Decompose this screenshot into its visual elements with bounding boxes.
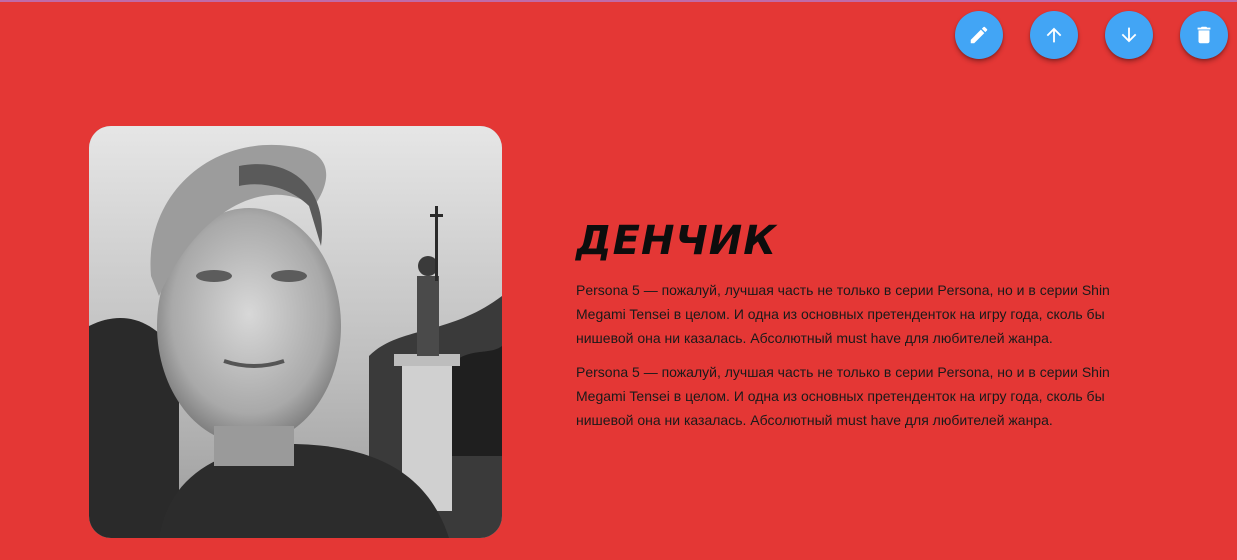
profile-name: ДЕНЧИК [576, 218, 777, 264]
description-paragraph: Persona 5 — пожалуй, лучшая часть не тол… [576, 364, 1110, 428]
edit-button[interactable] [955, 11, 1003, 59]
delete-button[interactable] [1180, 11, 1228, 59]
arrow-up-icon [1046, 27, 1062, 43]
action-toolbar [955, 11, 1228, 59]
arrow-down-icon [1121, 27, 1137, 43]
profile-content: ДЕНЧИК Persona 5 — пожалуй, лучшая часть… [576, 218, 1136, 442]
trash-icon [1197, 26, 1211, 44]
portrait-image [89, 126, 502, 538]
move-down-button[interactable] [1105, 11, 1153, 59]
top-border [0, 0, 1237, 2]
pencil-icon [970, 26, 988, 44]
profile-photo [89, 126, 502, 538]
description-paragraph: Persona 5 — пожалуй, лучшая часть не тол… [576, 282, 1110, 346]
move-up-button[interactable] [1030, 11, 1078, 59]
